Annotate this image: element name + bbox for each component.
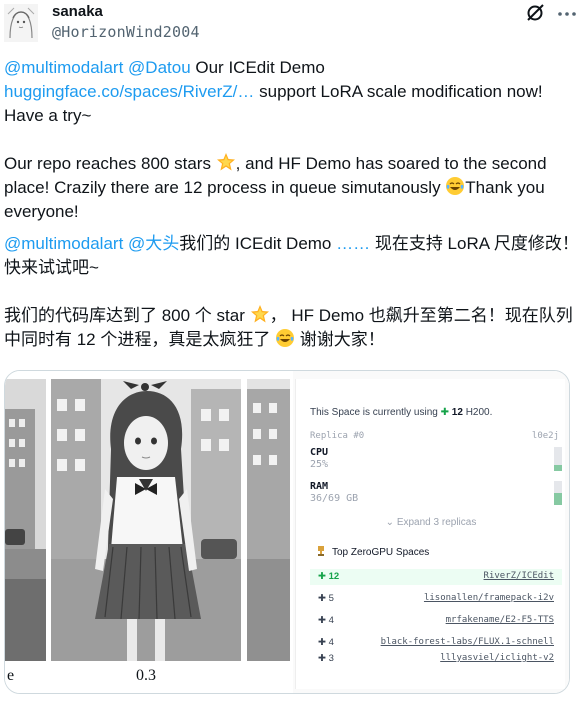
top-space-row[interactable]: ✚ 12 RiverZ/ICEdit — [310, 569, 562, 585]
image-caption-fragment: e — [7, 667, 15, 684]
cpu-value: 25% — [310, 459, 329, 470]
paragraph-chinese-1: @multimodalart @大头我们的 ICEdit Demo …… 现在支… — [4, 232, 580, 280]
generated-girl-photo — [51, 379, 241, 661]
top-space-count: ✚ 5 — [318, 593, 334, 604]
cpu-meter-fill — [554, 465, 562, 471]
top-space-row[interactable]: ✚ 3 lllyasviel/iclight-v2 — [310, 651, 562, 667]
space-status-card: This Space is currently using ✚ 12 H200.… — [295, 379, 565, 689]
top-space-link[interactable]: lisonallen/framepack-i2v — [424, 593, 554, 603]
paragraph-text: 我们的代码库达到了 800 个 star — [4, 306, 250, 325]
mention-multimodalart[interactable]: @multimodalart — [4, 58, 123, 77]
glowing-star-icon — [216, 153, 235, 171]
demo-image-strip[interactable]: e 0.3 — [5, 371, 290, 693]
author-name[interactable]: sanaka — [52, 3, 103, 20]
mention-datou[interactable]: @Datou — [128, 58, 191, 77]
truncated-link[interactable]: …… — [336, 234, 370, 253]
huggingface-link[interactable]: huggingface.co/spaces/RiverZ/… — [4, 82, 254, 101]
paragraph-text: Our repo reaches 800 stars — [4, 154, 216, 173]
paragraph-text: Our ICEdit Demo — [190, 58, 325, 77]
cpu-meter — [554, 447, 562, 471]
top-space-row[interactable]: ✚ 4 mrfakename/E2-F5-TTS — [310, 613, 562, 629]
ram-label: RAM — [310, 481, 329, 492]
top-space-count: ✚ 3 — [318, 653, 334, 664]
tears-of-joy-icon — [446, 177, 465, 195]
top-space-link[interactable]: black-forest-labs/FLUX.1-schnell — [381, 637, 554, 647]
media-attachment[interactable]: e 0.3 This Space is currently using ✚ 12… — [4, 370, 570, 694]
top-space-link[interactable]: RiverZ/ICEdit — [484, 571, 554, 581]
street-photo-left — [5, 379, 46, 661]
hf-space-screenshot: This Space is currently using ✚ 12 H200.… — [293, 371, 569, 693]
top-space-link[interactable]: lllyasviel/iclight-v2 — [440, 653, 554, 663]
top-space-count: ✚ 4 — [318, 615, 334, 626]
grok-icon[interactable] — [524, 2, 546, 24]
top-space-link[interactable]: mrfakename/E2-F5-TTS — [446, 615, 554, 625]
ram-meter-fill — [554, 493, 562, 505]
tweet-text: @multimodalart @Datou Our ICEdit Demo hug… — [4, 56, 580, 352]
expand-replicas-button[interactable]: ⌄ Expand 3 replicas — [296, 517, 566, 528]
tweet-header: sanaka @HorizonWind2004 — [0, 0, 587, 48]
top-space-row[interactable]: ✚ 5 lisonallen/framepack-i2v — [310, 591, 562, 607]
author-handle[interactable]: @HorizonWind2004 — [52, 23, 200, 41]
paragraph-chinese-2: 我们的代码库达到了 800 个 star ， HF Demo 也飙升至第二名！现… — [4, 304, 580, 352]
paragraph-english-2: Our repo reaches 800 stars , and HF Demo… — [4, 152, 580, 224]
top-space-count: ✚ 4 — [318, 637, 334, 648]
glowing-star-icon — [250, 305, 269, 323]
top-space-row[interactable]: ✚ 4 black-forest-labs/FLUX.1-schnell — [310, 635, 562, 651]
replica-id: l0e2j — [531, 431, 559, 441]
tears-of-joy-icon — [276, 329, 295, 347]
paragraph-text: 我们的 ICEdit Demo — [179, 234, 337, 253]
lora-scale-caption: 0.3 — [136, 667, 156, 684]
avatar[interactable] — [4, 4, 38, 42]
replica-label: Replica #0 — [310, 431, 365, 441]
space-usage-text: This Space is currently using ✚ 12 H200. — [310, 407, 493, 418]
mention-multimodalart[interactable]: @multimodalart — [4, 234, 123, 253]
top-space-count: ✚ 12 — [318, 571, 340, 582]
mention-datou-cn[interactable]: @大头 — [128, 234, 179, 253]
paragraph-text: 谢谢大家！ — [295, 330, 385, 349]
zerogpu-icon: ✚ — [440, 407, 450, 418]
more-icon[interactable] — [556, 6, 578, 22]
cpu-label: CPU — [310, 447, 329, 458]
ram-value: 36/69 GB — [310, 493, 359, 504]
paragraph-english-1: @multimodalart @Datou Our ICEdit Demo hug… — [4, 56, 580, 128]
trophy-icon — [318, 546, 324, 556]
street-photo-right — [247, 379, 290, 661]
ram-meter — [554, 481, 562, 505]
top-zerogpu-title: Top ZeroGPU Spaces — [332, 547, 430, 558]
